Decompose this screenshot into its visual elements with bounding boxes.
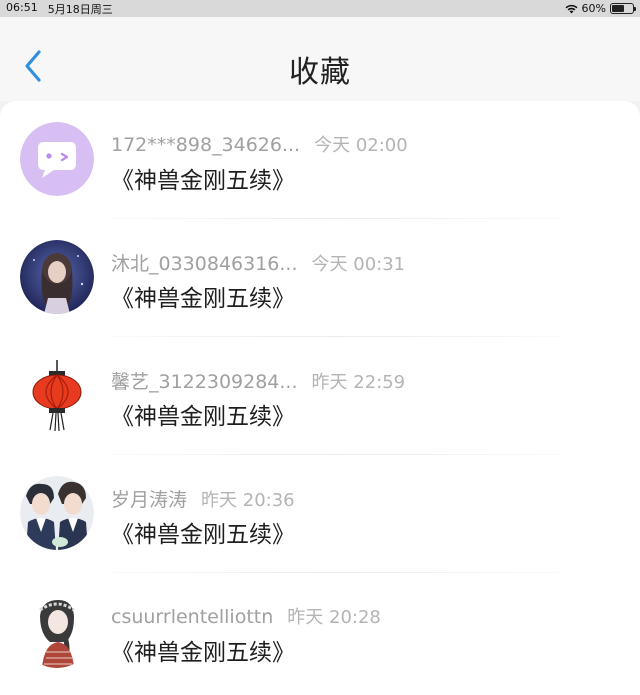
timestamp: 今天 02:00 bbox=[314, 135, 408, 156]
list-item[interactable]: 沐北_0330846316... 今天 00:31 《神兽金刚五续》 bbox=[0, 219, 640, 337]
girl-sketch-avatar bbox=[20, 594, 94, 668]
status-bar: 06:51 5月18日周三 60% bbox=[0, 0, 640, 17]
favorites-list: 172***898_34626... 今天 02:00 《神兽金刚五续》 沐北_… bbox=[0, 101, 640, 695]
page-title: 收藏 bbox=[289, 55, 351, 90]
book-title: 《神兽金刚五续》 bbox=[111, 404, 295, 430]
book-title: 《神兽金刚五续》 bbox=[111, 640, 295, 666]
wifi-icon bbox=[565, 4, 578, 13]
user-name: 馨艺_3122309284... 昨天 22:59 bbox=[111, 367, 405, 394]
status-date: 5月18日周三 bbox=[47, 2, 113, 16]
user-name-text: 岁月涛涛 bbox=[111, 489, 188, 511]
list-item[interactable]: 172***898_34626... 今天 02:00 《神兽金刚五续》 bbox=[0, 101, 640, 219]
user-name: 沐北_0330846316... 今天 00:31 bbox=[111, 249, 405, 276]
list-item[interactable]: 馨艺_3122309284... 昨天 22:59 《神兽金刚五续》 bbox=[0, 337, 640, 455]
red-lantern-avatar bbox=[20, 358, 94, 432]
timestamp: 今天 00:31 bbox=[311, 254, 406, 275]
book-title: 《神兽金刚五续》 bbox=[111, 522, 295, 548]
book-title: 《神兽金刚五续》 bbox=[111, 168, 295, 194]
book-title: 《神兽金刚五续》 bbox=[111, 286, 295, 312]
list-item[interactable]: csuurrlentelliottn 昨天 20:28 《神兽金刚五续》 bbox=[0, 573, 640, 691]
chat-bubble-avatar-icon bbox=[20, 122, 94, 196]
timestamp: 昨天 20:36 bbox=[201, 490, 295, 511]
user-name-text: 沐北_0330846316... bbox=[111, 253, 298, 275]
timestamp: 昨天 22:59 bbox=[311, 372, 406, 393]
timestamp: 昨天 20:28 bbox=[287, 607, 381, 628]
anime-girl-avatar bbox=[20, 240, 94, 314]
battery-fill bbox=[612, 5, 624, 12]
status-time: 06:51 bbox=[6, 0, 38, 14]
user-name: 172***898_34626... 今天 02:00 bbox=[111, 131, 408, 157]
user-name: csuurrlentelliottn 昨天 20:28 bbox=[111, 603, 381, 629]
user-name-text: csuurrlentelliottn bbox=[111, 606, 274, 628]
list-item[interactable]: 岁月涛涛 昨天 20:36 《神兽金刚五续》 bbox=[0, 455, 640, 573]
nav-bar: 收藏 bbox=[0, 17, 640, 101]
battery-icon bbox=[610, 3, 636, 14]
battery-percent: 60% bbox=[581, 2, 606, 15]
user-name-text: 172***898_34626... bbox=[111, 134, 301, 156]
user-name-text: 馨艺_3122309284... bbox=[111, 371, 298, 393]
anime-boys-avatar bbox=[20, 476, 94, 550]
user-name: 岁月涛涛 昨天 20:36 bbox=[111, 485, 295, 512]
